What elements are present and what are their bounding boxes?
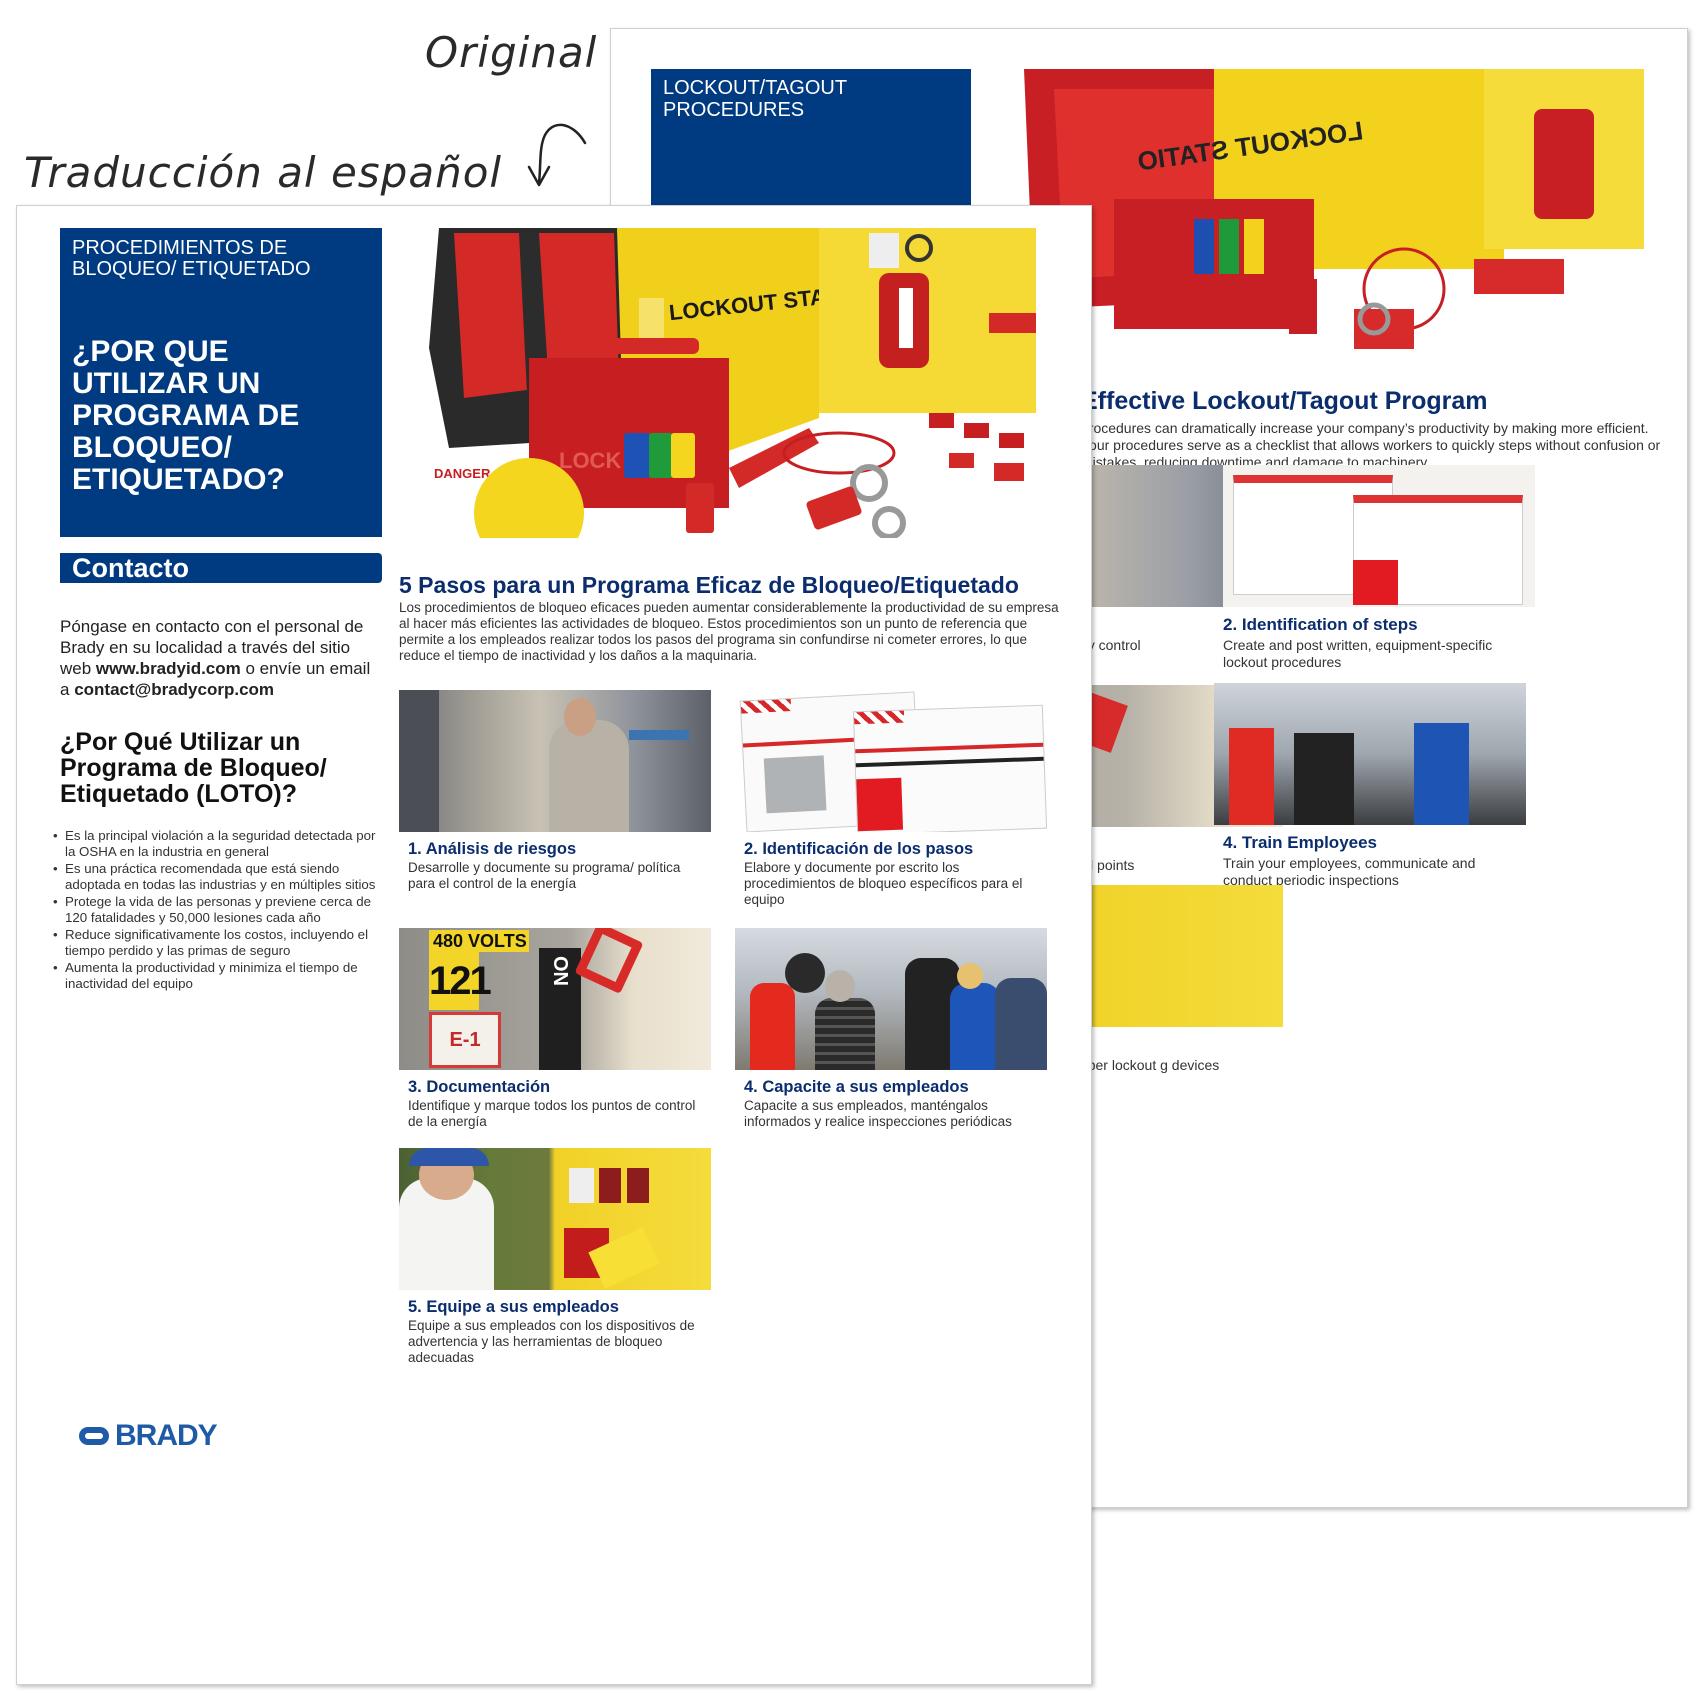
original-step-title: 4. Train Employees [1223,833,1378,852]
step-photo-group-training [735,928,1047,1070]
step-desc: Equipe a sus empleados con los dispositi… [408,1318,695,1365]
step-card-1: 1. Análisis de riesgos Desarrolle y docu… [399,690,711,892]
brady-logo-icon [79,1427,109,1445]
step-card-4: 4. Capacite a sus empleados Capacite a s… [735,928,1047,1130]
original-banner-title: LOCKOUT/TAGOUT PROCEDURES [663,77,847,121]
contact-text: Póngase en contacto con el personal de B… [60,616,382,700]
steps-heading: 5 Pasos para un Programa Eficaz de Bloqu… [399,572,1019,598]
why-heading: ¿Por Qué Utilizar un Programa de Bloqueo… [60,728,327,808]
photo-label-danger: DANGER [434,466,491,481]
step-card-2: 2. Identificación de los pasos Elabore y… [735,690,1047,908]
photo-label-on: ON [549,956,571,986]
photo-label-number: 121 [429,952,492,1010]
step-title: 2. Identificación de los pasos [744,840,974,858]
step-photo [1214,683,1526,825]
step-desc: Capacite a sus empleados, manténgalos in… [744,1098,1012,1129]
original-step-4: 4. Train Employees Train your employees,… [1214,683,1526,889]
website-link[interactable]: www.bradyid.com [96,659,241,678]
original-intro: procedures can dramatically increase you… [1081,420,1661,470]
banner-subtitle: PROCEDIMIENTOS DE BLOQUEO/ ETIQUETADO [72,237,311,280]
contact-heading: Contacto [60,553,382,583]
banner-title: ¿POR QUE UTILIZAR UN PROGRAMA DE BLOQUEO… [72,335,300,496]
step-photo-480-volts-panel: 480 VOLTS 121 E-1 ON [399,928,711,1070]
why-bullet: Protege la vida de las personas y previe… [53,894,383,925]
hero-photo-lockout-products: LOCKOUT STATIO LOCK B DANGER [409,228,1036,538]
brady-logo: BRADY [79,1419,218,1453]
step-card-5: 5. Equipe a sus empleados Equipe a sus e… [399,1148,711,1366]
step-desc: Desarrolle y documente su programa/ polí… [408,860,681,891]
original-label: Original [425,28,598,77]
translation-label: Traducción al español [24,148,503,197]
step-photo-procedure-sheets [735,690,1047,832]
step-desc: Identifique y marque todos los puntos de… [408,1098,696,1129]
steps-intro: Los procedimientos de bloqueo eficaces p… [399,600,1059,663]
step-title: 5. Equipe a sus empleados [408,1298,619,1316]
why-bullet: Es la principal violación a la seguridad… [53,828,383,859]
curved-arrow-down-icon [527,123,587,187]
original-step-title: 2. Identification of steps [1223,615,1418,634]
original-hero-photo: LOCKOUT STATIO [1014,69,1644,374]
translated-page: PROCEDIMIENTOS DE BLOQUEO/ ETIQUETADO ¿P… [16,205,1092,1685]
step-photo-man-at-machine [399,690,711,832]
step-desc: Elabore y documente por escrito los proc… [744,860,1023,907]
photo-label-volts: 480 VOLTS [429,930,529,952]
step-card-3: 480 VOLTS 121 E-1 ON 3. Documentación Id… [399,928,711,1130]
email-link[interactable]: contact@bradycorp.com [74,680,274,699]
original-step-desc: Train your employees, communicate and co… [1223,855,1476,888]
photo-label-e1: E-1 [429,1012,501,1068]
step-title: 4. Capacite a sus empleados [744,1078,969,1096]
brady-logo-text: BRADY [115,1419,218,1452]
original-heading: Effective Lockout/Tagout Program [1081,387,1488,415]
why-bullet: Reduce significativamente los costos, in… [53,927,383,958]
step-title: 1. Análisis de riesgos [408,840,577,858]
step-title: 3. Documentación [408,1078,551,1096]
original-step-2: 2. Identification of steps Create and po… [1223,465,1535,671]
step-photo-worker-at-lockout-station [399,1148,711,1290]
why-bullet: Aumenta la productividad y minimiza el t… [53,960,383,991]
original-step-desc: Create and post written, equipment-speci… [1223,637,1493,670]
why-bullet: Es una práctica recomendada que está sie… [53,861,383,892]
title-banner: PROCEDIMIENTOS DE BLOQUEO/ ETIQUETADO ¿P… [60,228,382,537]
why-bullet-list: Es la principal violación a la seguridad… [53,828,383,993]
step-photo [1223,465,1535,607]
